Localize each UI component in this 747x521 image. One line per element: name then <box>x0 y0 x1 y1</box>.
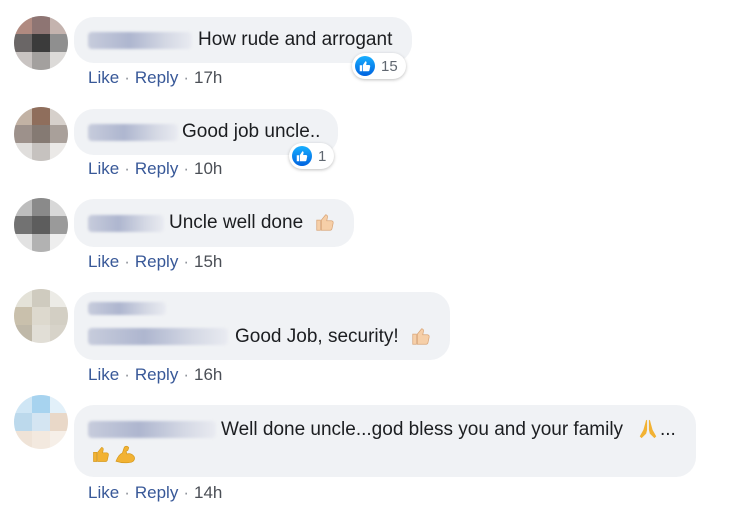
reply-link[interactable]: Reply <box>135 252 178 271</box>
comment-bubble: Well done uncle...god bless you and your… <box>74 405 696 477</box>
like-link[interactable]: Like <box>88 68 119 87</box>
author-name-blurred[interactable] <box>88 421 216 438</box>
reply-link[interactable]: Reply <box>135 365 178 384</box>
separator: · <box>183 68 189 87</box>
author-name-blurred[interactable] <box>88 302 166 315</box>
comment-actions: Like · Reply · 16h <box>88 365 222 385</box>
comment-actions: Like · Reply · 14h <box>88 483 222 503</box>
timestamp-link[interactable]: 14h <box>194 483 222 502</box>
reply-link[interactable]: Reply <box>135 68 178 87</box>
thumbs-up-icon <box>91 444 111 471</box>
like-link[interactable]: Like <box>88 483 119 502</box>
author-name-blurred[interactable] <box>88 124 178 141</box>
avatar[interactable] <box>14 289 68 343</box>
like-link[interactable]: Like <box>88 365 119 384</box>
separator: · <box>124 252 130 271</box>
thumbs-up-icon <box>314 211 336 240</box>
comment-text: Good job uncle.. <box>182 121 321 142</box>
timestamp-link[interactable]: 17h <box>194 68 222 87</box>
author-name-blurred[interactable] <box>88 215 164 232</box>
separator: · <box>124 159 130 178</box>
separator: · <box>183 159 189 178</box>
thumbs-up-icon <box>410 325 432 354</box>
praying-hands-icon <box>637 418 659 447</box>
like-link[interactable]: Like <box>88 252 119 271</box>
comment-text: How rude and arrogant <box>198 29 393 50</box>
like-icon <box>292 146 312 166</box>
avatar[interactable] <box>14 395 68 449</box>
separator: · <box>124 483 130 502</box>
separator: · <box>183 365 189 384</box>
comment-bubble: Good Job, security! <box>74 292 450 360</box>
avatar[interactable] <box>14 107 68 161</box>
comment-text: Uncle well done <box>169 212 304 233</box>
reply-link[interactable]: Reply <box>135 159 178 178</box>
comment-text: Good Job, security! <box>235 326 399 347</box>
reaction-count: 15 <box>381 57 398 75</box>
timestamp-link[interactable]: 16h <box>194 365 222 384</box>
comment-actions: Like · Reply · 17h <box>88 68 222 88</box>
comment-actions: Like · Reply · 15h <box>88 252 222 272</box>
separator: · <box>183 483 189 502</box>
comment-actions: Like · Reply · 10h <box>88 159 222 179</box>
author-name-blurred[interactable] <box>88 328 228 345</box>
separator: · <box>183 252 189 271</box>
separator: · <box>124 365 130 384</box>
avatar[interactable] <box>14 198 68 252</box>
avatar[interactable] <box>14 16 68 70</box>
separator: · <box>124 68 130 87</box>
reaction-count: 1 <box>318 147 327 165</box>
like-link[interactable]: Like <box>88 159 119 178</box>
comment-text: Well done uncle...god bless you and your… <box>221 419 624 440</box>
comment-text-suffix: ... <box>660 419 676 440</box>
reaction-summary[interactable]: 15 <box>352 53 406 79</box>
reply-link[interactable]: Reply <box>135 483 178 502</box>
like-icon <box>355 56 375 76</box>
flexed-biceps-icon <box>114 444 138 471</box>
timestamp-link[interactable]: 15h <box>194 252 222 271</box>
author-name-blurred[interactable] <box>88 32 192 49</box>
reaction-summary[interactable]: 1 <box>289 143 335 169</box>
timestamp-link[interactable]: 10h <box>194 159 222 178</box>
comment-bubble: Uncle well done <box>74 199 354 247</box>
